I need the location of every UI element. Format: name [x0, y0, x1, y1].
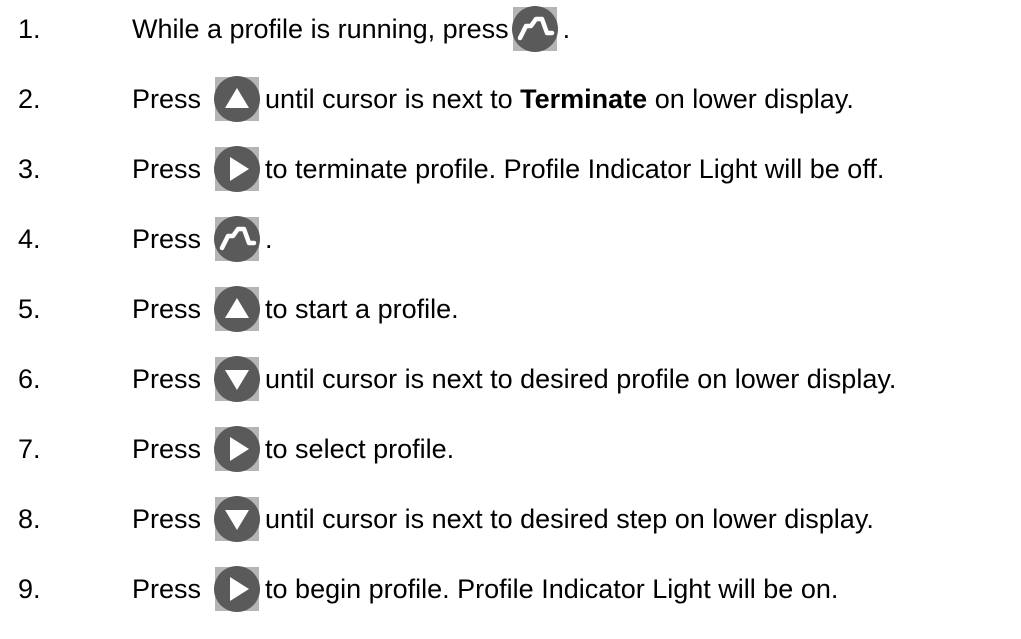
right-arrow-icon: [213, 425, 261, 473]
step-text-before: Press: [132, 224, 202, 254]
step-2: 2. Press until cursor is next to Termina…: [0, 74, 1021, 124]
step-text-before: Press: [132, 84, 202, 114]
step-5: 5. Press to start a profile.: [0, 284, 1021, 334]
step-number: 5.: [18, 294, 41, 324]
step-text: Press until cursor is next to Terminate …: [132, 74, 854, 124]
profile-icon: [213, 215, 261, 263]
step-text-after: until cursor is next to: [265, 84, 513, 114]
step-text-after: until cursor is next to desired step on …: [265, 504, 874, 534]
step-1: 1. While a profile is running, press .: [0, 4, 1021, 54]
step-text-before: Press: [132, 434, 202, 464]
step-3: 3. Press to terminate profile. Profile I…: [0, 144, 1021, 194]
down-arrow-icon: [213, 355, 261, 403]
right-arrow-icon: [213, 145, 261, 193]
step-number: 8.: [18, 504, 41, 534]
step-text-before: Press: [132, 364, 202, 394]
right-arrow-icon: [213, 565, 261, 613]
step-text-after: to begin profile. Profile Indicator Ligh…: [265, 574, 839, 604]
emphasis-term: Terminate: [520, 83, 648, 114]
step-number: 2.: [18, 84, 41, 114]
down-arrow-icon: [213, 495, 261, 543]
step-number: 9.: [18, 574, 41, 604]
step-9: 9. Press to begin profile. Profile Indic…: [0, 564, 1021, 614]
step-text-before: Press: [132, 504, 202, 534]
step-text-after: until cursor is next to desired profile …: [265, 364, 897, 394]
step-text-before: Press: [132, 574, 202, 604]
step-text: Press to start a profile.: [132, 284, 459, 334]
step-text-after-2: on lower display.: [654, 84, 854, 114]
step-6: 6. Press until cursor is next to desired…: [0, 354, 1021, 404]
step-4: 4. Press .: [0, 214, 1021, 264]
profile-icon: [511, 5, 559, 53]
step-text-after: .: [562, 14, 571, 44]
step-number: 6.: [18, 364, 41, 394]
step-text: Press until cursor is next to desired pr…: [132, 354, 896, 404]
step-text: Press until cursor is next to desired st…: [132, 494, 874, 544]
step-text: Press to select profile.: [132, 424, 454, 474]
step-text-after: to start a profile.: [265, 294, 459, 324]
up-arrow-icon: [213, 75, 261, 123]
step-text-after: .: [265, 224, 273, 254]
step-number: 1.: [18, 14, 41, 44]
step-number: 4.: [18, 224, 41, 254]
up-arrow-icon: [213, 285, 261, 333]
step-text: While a profile is running, press .: [132, 4, 570, 54]
step-number: 3.: [18, 154, 41, 184]
step-7: 7. Press to select profile.: [0, 424, 1021, 474]
step-text: Press to begin profile. Profile Indicato…: [132, 564, 838, 614]
step-text-before: While a profile is running, press: [132, 14, 509, 44]
step-text: Press to terminate profile. Profile Indi…: [132, 144, 884, 194]
step-text: Press .: [132, 214, 273, 264]
step-text-before: Press: [132, 294, 202, 324]
step-text-after: to select profile.: [265, 434, 455, 464]
step-text-after: to terminate profile. Profile Indicator …: [265, 154, 885, 184]
step-text-before: Press: [132, 154, 202, 184]
step-number: 7.: [18, 434, 41, 464]
step-8: 8. Press until cursor is next to desired…: [0, 494, 1021, 544]
